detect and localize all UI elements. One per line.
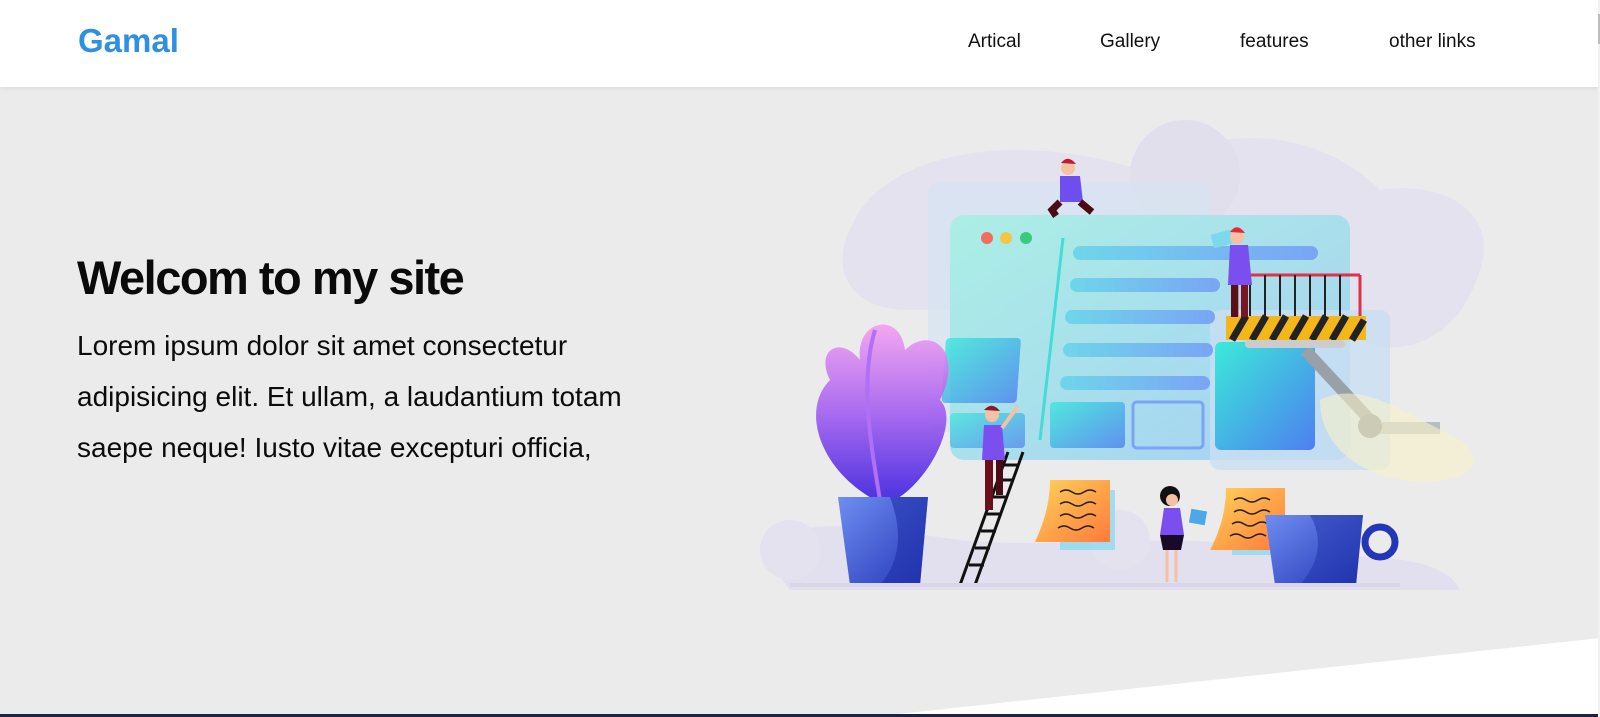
nav-link-features[interactable]: features — [1240, 31, 1309, 53]
nav-link-artical[interactable]: Artical — [968, 31, 1021, 53]
window-close-dot — [981, 232, 993, 244]
page: Gamal Artical Gallery features other lin… — [0, 0, 1600, 717]
nav-link-gallery[interactable]: Gallery — [1100, 31, 1160, 53]
nav-link-other-links[interactable]: other links — [1389, 31, 1476, 53]
hero-title: Welcom to my site — [77, 251, 465, 304]
window-minimize-dot — [1000, 232, 1012, 244]
window-maximize-dot — [1020, 232, 1032, 244]
hero-illustration — [760, 120, 1484, 590]
site-header: Gamal Artical Gallery features other lin… — [0, 0, 1598, 87]
hero-description: Lorem ipsum dolor sit amet consectetur a… — [77, 330, 622, 463]
main-nav: Artical Gallery features other links — [0, 31, 1598, 55]
